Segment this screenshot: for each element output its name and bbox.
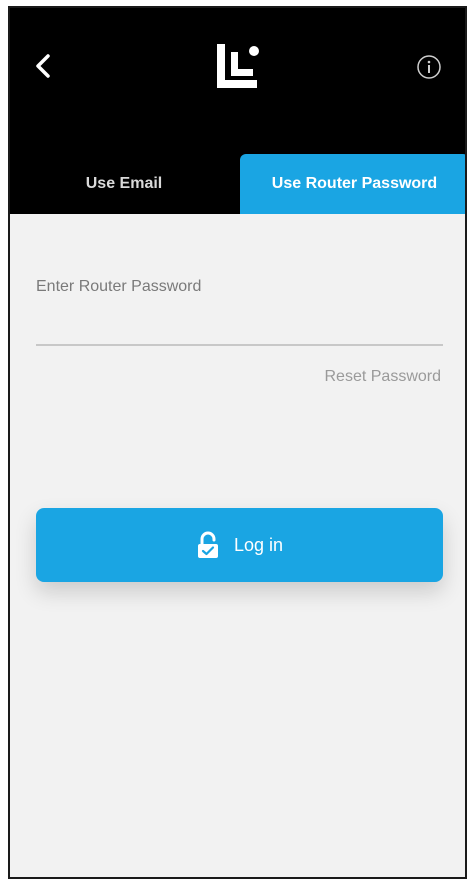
back-button[interactable] xyxy=(28,46,62,86)
password-field-label: Enter Router Password xyxy=(36,278,202,295)
app-screen: Use Email Use Router Password Enter Rout… xyxy=(8,6,467,879)
tab-use-router-password[interactable]: Use Router Password xyxy=(240,154,465,214)
tab-use-router-password-label: Use Router Password xyxy=(271,175,438,192)
login-button[interactable]: Log in xyxy=(36,508,443,582)
tab-use-email[interactable]: Use Email xyxy=(10,154,238,214)
chevron-left-icon xyxy=(36,54,50,78)
unlock-icon xyxy=(197,531,218,558)
reset-password-link[interactable]: Reset Password xyxy=(325,368,442,386)
linksys-logo-icon xyxy=(213,38,265,94)
login-button-label: Log in xyxy=(233,534,284,555)
info-button[interactable] xyxy=(416,54,442,80)
router-password-input[interactable] xyxy=(36,308,443,346)
tab-bar: Use Email Use Router Password xyxy=(10,154,465,214)
info-circle-icon xyxy=(417,55,441,79)
tab-use-email-label: Use Email xyxy=(85,175,163,192)
header-bar: Use Email Use Router Password xyxy=(10,8,465,214)
